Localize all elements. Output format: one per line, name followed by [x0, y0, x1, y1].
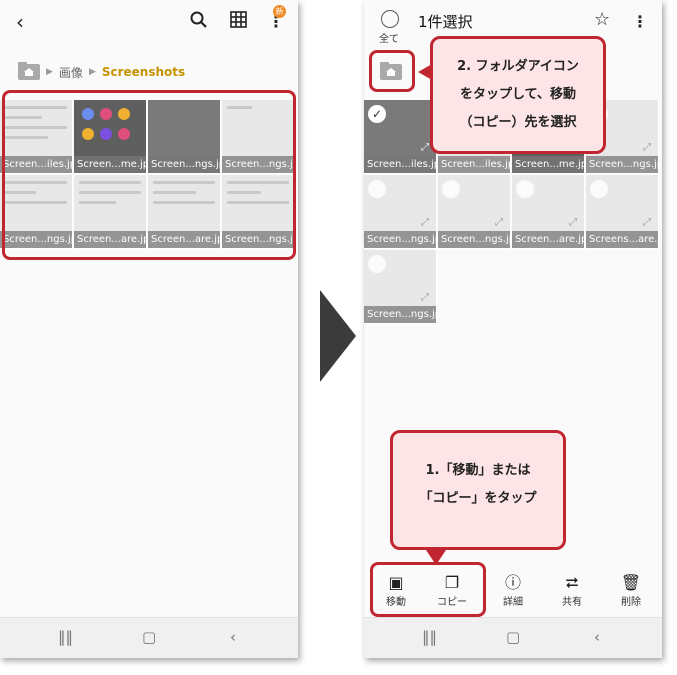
callout-pointer — [424, 547, 448, 565]
details-label: 詳細 — [503, 597, 523, 608]
expand-icon[interactable]: ⤢ — [643, 217, 654, 228]
select-circle[interactable] — [516, 180, 534, 198]
system-nav-bar: ‖‖ ▢ ‹ — [0, 617, 298, 658]
share-label: 共有 — [562, 597, 582, 608]
callout-line: をタップして、移動 — [460, 87, 576, 102]
thumbnail-caption: Screen...iles.jpg — [438, 156, 510, 173]
callout-pointer — [418, 64, 432, 80]
home-button-icon[interactable]: ▢ — [142, 628, 156, 646]
folder-icon-highlight-frame — [369, 50, 415, 92]
share-icon: ⮂ — [565, 573, 579, 592]
thumbnail[interactable]: ⤢ Screen...ngs.jpg — [364, 250, 437, 324]
callout-tap-move-copy: 1.「移動」または 「コピー」をタップ — [390, 430, 566, 550]
thumbnail[interactable]: ⤢ Screen...ngs.jpg — [364, 175, 437, 249]
selection-highlight-frame — [2, 90, 296, 260]
home-button-icon[interactable]: ▢ — [506, 628, 520, 646]
select-circle[interactable] — [590, 180, 608, 198]
select-all-label: 全て — [379, 34, 399, 45]
system-nav-bar: ‖‖ ▢ ‹ — [364, 617, 662, 658]
phone-screen-left: ‹ ⋮ 新 ▶ 画像 ▶ Screenshots Screen...iles.j… — [0, 0, 298, 658]
thumbnail-caption: Screen...ngs.jpg — [364, 231, 436, 248]
selection-count-title: 1件選択 — [418, 13, 473, 31]
thumbnail-caption: Screen...are.jpg — [512, 231, 584, 248]
breadcrumb-current-folder: Screenshots — [101, 65, 186, 79]
thumbnail-caption: Screen...ngs.jpg — [438, 231, 510, 248]
expand-icon[interactable]: ⤢ — [421, 292, 432, 303]
breadcrumb-separator-icon: ▶ — [88, 67, 96, 77]
toolbar-highlight-frame — [370, 562, 486, 617]
callout-line: （コピー）先を選択 — [459, 115, 577, 130]
select-circle[interactable] — [368, 180, 386, 198]
callout-select-destination: 2. フォルダアイコン をタップして、移動 （コピー）先を選択 — [430, 36, 606, 154]
grid-view-icon[interactable] — [230, 11, 247, 32]
callout-line: 1.「移動」または — [425, 463, 531, 478]
new-badge: 新 — [273, 5, 286, 18]
nav-back-icon[interactable]: ‹ — [230, 628, 236, 646]
callout-line: 2. フォルダアイコン — [457, 59, 579, 74]
breadcrumb: ▶ 画像 ▶ Screenshots — [18, 60, 185, 84]
breadcrumb-images[interactable]: 画像 — [59, 64, 83, 81]
delete-label: 削除 — [621, 597, 641, 608]
thumbnail-caption: Screen...ngs.jpg — [364, 306, 436, 323]
expand-icon[interactable]: ⤢ — [569, 217, 580, 228]
select-circle[interactable] — [442, 180, 460, 198]
search-icon[interactable] — [190, 11, 208, 33]
info-icon: ⓘ — [504, 573, 521, 592]
trash-icon: 🗑 — [620, 573, 642, 592]
thumbnail-selected[interactable]: ✓ ⤢ Screen...iles.jpg — [364, 100, 437, 174]
breadcrumb-separator-icon: ▶ — [46, 67, 53, 77]
nav-back-icon[interactable]: ‹ — [594, 628, 600, 646]
thumbnail-caption: Screen...ngs.jpg — [586, 156, 658, 173]
select-circle[interactable] — [368, 255, 386, 273]
back-chevron-icon[interactable]: ‹ — [16, 10, 24, 34]
recents-icon[interactable]: ‖‖ — [58, 628, 73, 646]
app-bar: ‹ ⋮ 新 — [0, 0, 298, 44]
delete-button[interactable]: 🗑 削除 — [611, 573, 651, 608]
thumbnail-caption: Screen...me.jpg — [512, 156, 584, 173]
recents-icon[interactable]: ‖‖ — [422, 628, 437, 646]
details-button[interactable]: ⓘ 詳細 — [493, 573, 533, 608]
select-all-checkbox[interactable] — [381, 10, 399, 28]
thumbnail[interactable]: ⤢ Screen...ngs.jpg — [438, 175, 511, 249]
home-folder-icon[interactable] — [18, 61, 40, 83]
step-arrow-icon — [320, 290, 356, 382]
expand-icon[interactable]: ⤢ — [643, 142, 654, 153]
thumbnail[interactable]: ⤢ Screens...are.jpg — [586, 175, 659, 249]
thumbnail[interactable]: ⤢ Screen...are.jpg — [512, 175, 585, 249]
checkmark-icon[interactable]: ✓ — [368, 105, 386, 123]
star-icon[interactable]: ☆ — [594, 9, 610, 30]
more-vert-icon[interactable]: ⋮ — [632, 12, 648, 31]
callout-line: 「コピー」をタップ — [419, 491, 537, 506]
thumbnail-caption: Screen...iles.jpg — [364, 156, 436, 173]
share-button[interactable]: ⮂ 共有 — [552, 573, 592, 608]
expand-icon[interactable]: ⤢ — [421, 217, 432, 228]
expand-icon[interactable]: ⤢ — [495, 217, 506, 228]
thumbnail-caption: Screens...are.jpg — [586, 231, 658, 248]
